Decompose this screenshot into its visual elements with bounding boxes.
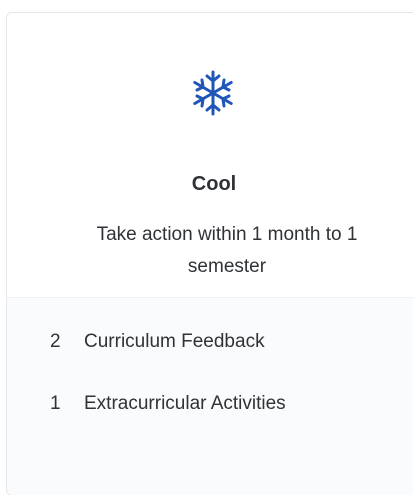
card-subtitle: Take action within 1 month to 1 semester — [96, 224, 358, 277]
card-header: Cool Take action within 1 month to 1 sem… — [7, 13, 413, 297]
card-title: Cool — [191, 173, 237, 195]
list-item[interactable]: 2 Curriculum Feedback — [50, 330, 286, 354]
page-frame: Cool Take action within 1 month to 1 sem… — [0, 0, 413, 495]
item-count: 2 — [50, 331, 61, 352]
item-label: Curriculum Feedback — [84, 331, 265, 352]
list-item[interactable]: 1 Extracurricular Activities — [50, 392, 286, 416]
feedback-list: 2 Curriculum Feedback 1 Extracurricular … — [50, 330, 286, 454]
item-label: Extracurricular Activities — [84, 393, 286, 414]
item-count: 1 — [50, 393, 61, 414]
snowflake-icon — [187, 67, 239, 119]
